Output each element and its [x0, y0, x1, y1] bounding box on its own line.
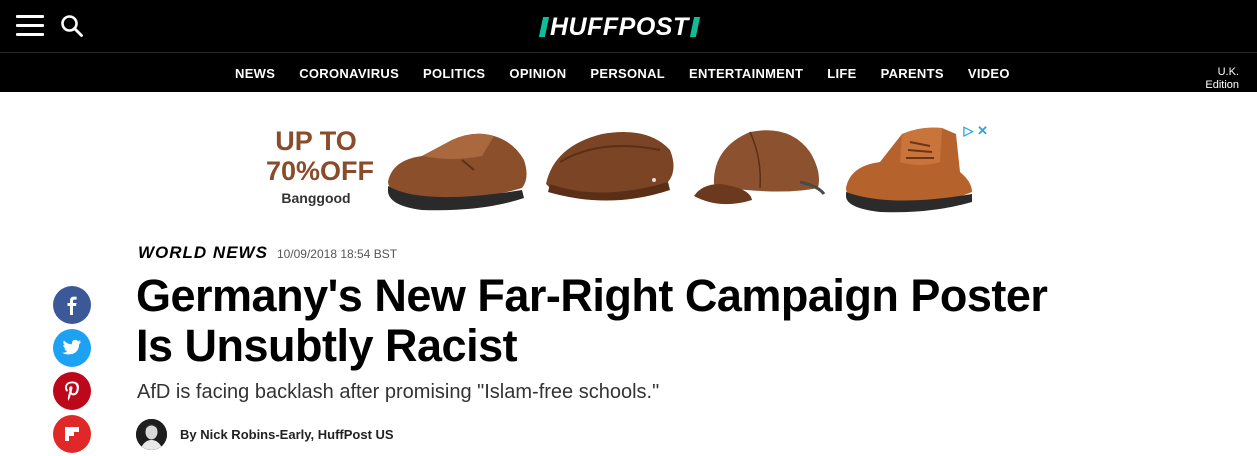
- subheadline: AfD is facing backlash after promising "…: [137, 381, 660, 403]
- facebook-icon: [67, 296, 77, 315]
- section-nav: NEWS CORONAVIRUS POLITICS OPINION PERSON…: [0, 52, 1257, 92]
- adchoices-icon[interactable]: ▷ ✕: [963, 123, 988, 139]
- ad-boot-image[interactable]: [840, 122, 980, 214]
- headline-line1: Germany's New Far-Right Campaign Poster: [136, 270, 1048, 321]
- ad-shoe-image[interactable]: [382, 122, 532, 214]
- author-name[interactable]: By Nick Robins-Early, HuffPost US: [180, 427, 394, 442]
- nav-item-news[interactable]: NEWS: [235, 66, 275, 81]
- nav-item-politics[interactable]: POLITICS: [423, 66, 485, 81]
- flipboard-share-button[interactable]: [53, 415, 91, 453]
- headline: Germany's New Far-Right Campaign Poster …: [136, 271, 1096, 371]
- ad-promo-line1: UP TO: [275, 126, 357, 156]
- hamburger-menu-icon[interactable]: [16, 15, 44, 37]
- flipboard-icon: [65, 427, 79, 441]
- facebook-share-button[interactable]: [53, 286, 91, 324]
- pinterest-share-button[interactable]: [53, 372, 91, 410]
- nav-item-personal[interactable]: PERSONAL: [590, 66, 665, 81]
- edition-country: U.K.: [1217, 66, 1239, 78]
- logo-text: HUFFPOST: [550, 12, 689, 41]
- edition-label: Edition: [1205, 79, 1239, 91]
- ad-baseball-cap-image[interactable]: [690, 122, 830, 214]
- nav-item-entertainment[interactable]: ENTERTAINMENT: [689, 66, 803, 81]
- article-meta: WORLD NEWS 10/09/2018 18:54 BST: [138, 243, 397, 265]
- ad-promo-line2: 70%OFF: [266, 156, 375, 186]
- ad-promo-text: UP TO 70%OFF Banggood: [266, 126, 375, 206]
- ad-brand: Banggood: [281, 190, 351, 206]
- ad-flat-cap-image[interactable]: [540, 122, 678, 214]
- author-avatar[interactable]: [136, 418, 167, 450]
- edition-selector[interactable]: U.K. Edition: [1205, 66, 1239, 92]
- nav-item-coronavirus[interactable]: CORONAVIRUS: [299, 66, 399, 81]
- nav-item-life[interactable]: LIFE: [827, 66, 856, 81]
- nav-list: NEWS CORONAVIRUS POLITICS OPINION PERSON…: [223, 53, 1022, 93]
- byline: By Nick Robins-Early, HuffPost US: [136, 418, 394, 450]
- timestamp: 10/09/2018 18:54 BST: [276, 247, 398, 261]
- huffpost-logo[interactable]: HUFFPOST: [538, 12, 700, 41]
- pinterest-icon: [65, 381, 79, 401]
- headline-line2: Is Unsubtly Racist: [136, 320, 518, 371]
- nav-item-parents[interactable]: PARENTS: [881, 66, 944, 81]
- section-link[interactable]: WORLD NEWS: [138, 243, 268, 263]
- twitter-share-button[interactable]: [53, 329, 91, 367]
- top-bar: HUFFPOST: [0, 0, 1257, 52]
- twitter-icon: [62, 339, 82, 355]
- search-icon[interactable]: [60, 14, 84, 38]
- ad-banner[interactable]: UP TO 70%OFF Banggood ▷ ✕: [262, 118, 994, 218]
- nav-item-video[interactable]: VIDEO: [968, 66, 1010, 81]
- nav-item-opinion[interactable]: OPINION: [509, 66, 566, 81]
